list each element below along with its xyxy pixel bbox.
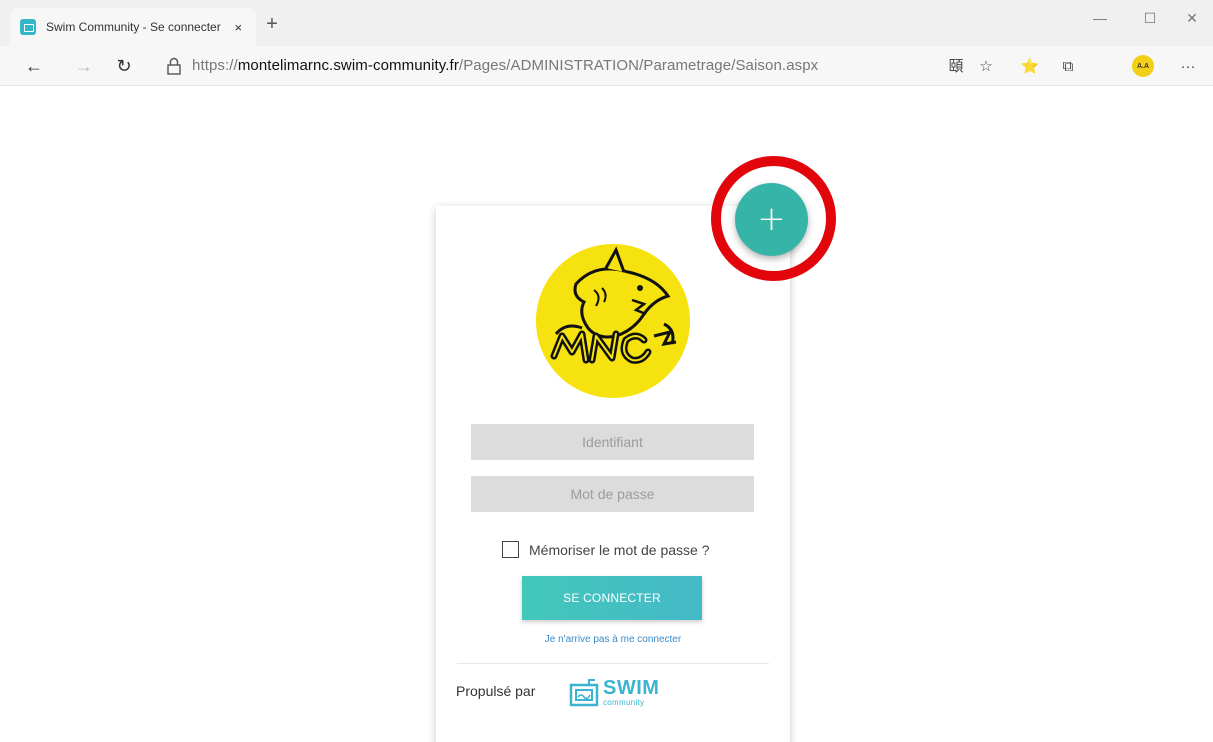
club-logo (536, 244, 690, 398)
maximize-button[interactable]: ☐ (1135, 10, 1165, 30)
page-viewport: Mémoriser le mot de passe ? SE CONNECTER… (0, 87, 1213, 742)
url-prefix: https:// (192, 57, 238, 74)
minimize-button[interactable]: — (1085, 10, 1115, 30)
browser-tab-bar: Swim Community - Se connecter × + — ☐ ✕ (0, 0, 1213, 46)
close-tab-icon[interactable]: × (230, 20, 246, 35)
swim-favicon-icon (20, 19, 36, 35)
more-menu-icon[interactable]: ··· (1178, 57, 1198, 77)
url-host: swim-community.fr (333, 57, 459, 74)
powered-by-label: Propulsé par (456, 683, 536, 699)
url-path: /Pages/ADMINISTRATION/Parametrage/Saison… (458, 57, 819, 74)
profile-avatar[interactable]: A.A (1132, 55, 1154, 77)
connect-button[interactable]: SE CONNECTER (522, 576, 702, 620)
add-floating-button[interactable]: + (735, 183, 808, 256)
read-aloud-icon[interactable]: 頤 (946, 57, 966, 77)
browser-tab[interactable]: Swim Community - Se connecter × (10, 8, 256, 46)
new-tab-button[interactable]: + (262, 14, 282, 34)
lock-icon[interactable] (166, 57, 182, 75)
back-button[interactable]: ← (22, 55, 46, 77)
favorite-star-icon[interactable]: ☆ (976, 57, 996, 77)
swim-community-icon (569, 678, 599, 706)
refresh-button[interactable]: ↻ (112, 55, 136, 77)
url-subdomain: montelimarnc. (237, 57, 334, 74)
forward-button[interactable]: → (72, 55, 96, 77)
browser-nav-bar: ← → ↻ https://montelimarnc.swim-communit… (0, 46, 1213, 86)
swim-brand-text: SWIM (603, 677, 660, 699)
tab-title: Swim Community - Se connecter (46, 20, 221, 34)
login-card: Mémoriser le mot de passe ? SE CONNECTER… (436, 206, 790, 742)
swim-brand-subtext: community (603, 698, 645, 707)
favorites-icon[interactable]: ⭐ (1020, 57, 1040, 77)
password-input[interactable] (471, 476, 754, 512)
collections-icon[interactable]: ⧉ (1058, 57, 1078, 77)
address-bar[interactable]: https://montelimarnc.swim-community.fr/P… (192, 57, 818, 74)
shark-logo-icon (536, 244, 690, 398)
forgot-login-link[interactable]: Je n'arrive pas à me connecter (436, 634, 790, 645)
remember-row: Mémoriser le mot de passe ? (502, 541, 710, 558)
divider (457, 663, 769, 664)
swim-community-logo[interactable]: SWIM community (569, 678, 659, 707)
username-input[interactable] (471, 424, 754, 460)
remember-label[interactable]: Mémoriser le mot de passe ? (529, 542, 710, 558)
remember-checkbox[interactable] (502, 541, 519, 558)
close-window-button[interactable]: ✕ (1177, 10, 1207, 30)
